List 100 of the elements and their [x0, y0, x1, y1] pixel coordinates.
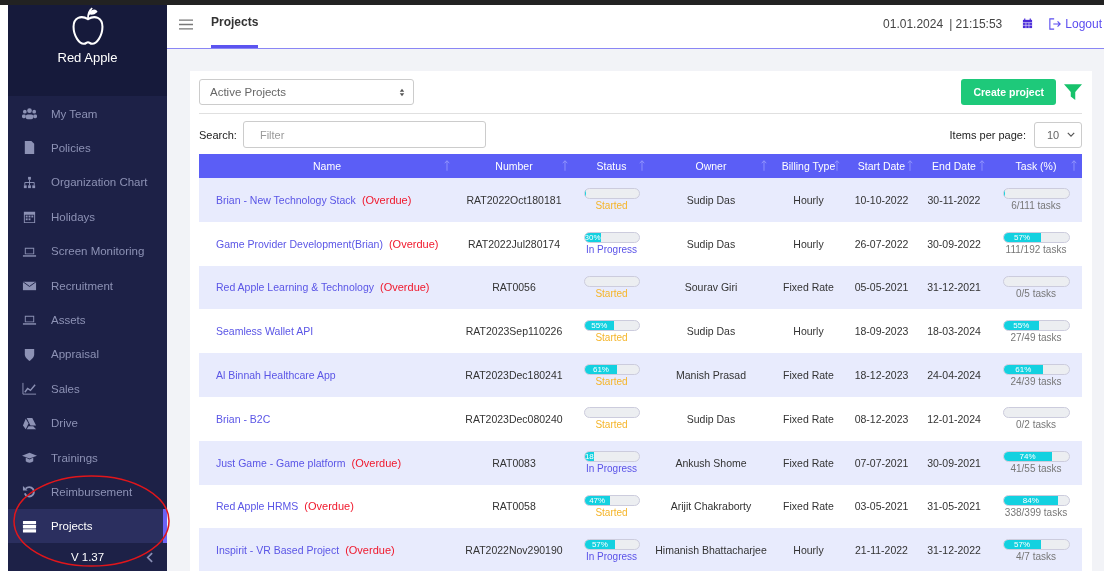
page-tab[interactable]: Projects	[211, 5, 259, 48]
task-count: 0/2 tasks	[1016, 419, 1056, 431]
file-icon	[22, 140, 37, 156]
search-label: Search:	[199, 128, 237, 141]
start-date: 18-12-2023	[854, 369, 909, 382]
column-header[interactable]: Start Date	[857, 160, 906, 172]
sidebar-item[interactable]: Assets	[8, 302, 167, 338]
chevron-left-icon[interactable]	[146, 552, 153, 564]
version-label: V 1.37	[70, 551, 105, 564]
sort-arrow-icon[interactable]	[562, 159, 568, 172]
column-header[interactable]: Status	[596, 160, 627, 172]
sort-arrow-icon[interactable]	[979, 159, 985, 172]
end-date: 24-04-2024	[927, 369, 981, 382]
sort-arrow-icon[interactable]	[1071, 159, 1077, 172]
project-link[interactable]: Game Provider Development(Brian)	[216, 237, 383, 250]
end-date: 31-12-2021	[927, 281, 981, 294]
sidebar-item[interactable]: Drive	[8, 405, 167, 441]
search-field[interactable]: Filter	[242, 121, 486, 148]
sidebar-item[interactable]: Projects	[8, 509, 167, 544]
progress-percent: 57%	[1014, 233, 1031, 243]
project-number: RAT2022Nov290190	[465, 544, 563, 557]
menu-icon[interactable]	[179, 19, 193, 30]
status-label: Started	[595, 200, 628, 212]
sidebar-item[interactable]: Sales	[8, 371, 167, 406]
start-date: 08-12-2023	[854, 412, 909, 425]
status-label: Started	[595, 331, 628, 343]
overdue-label: (Overdue)	[388, 237, 439, 250]
filter-icon[interactable]	[1064, 83, 1082, 101]
start-date: 10-10-2022	[854, 193, 909, 206]
sidebar-item[interactable]: Reimbursement	[8, 474, 167, 510]
overdue-label: (Overdue)	[380, 281, 430, 294]
end-date: 18-03-2024	[927, 325, 981, 338]
column-header[interactable]: Number	[495, 160, 533, 172]
sort-arrow-icon[interactable]	[834, 159, 840, 172]
project-link[interactable]: Just Game - Game platform	[216, 456, 346, 469]
status-label: Started	[595, 375, 628, 387]
project-link[interactable]: Al Binnah Healthcare App	[216, 369, 336, 382]
sidebar-item[interactable]: Recruitment	[8, 268, 167, 303]
billing-type: Fixed Rate	[783, 369, 834, 382]
progress-percent: 74%	[1019, 452, 1036, 462]
start-date: 07-07-2021	[854, 456, 909, 469]
sidebar-item[interactable]: Holidays	[8, 199, 167, 234]
team-icon	[22, 106, 37, 122]
overdue-label: (Overdue)	[351, 456, 402, 469]
project-number: RAT0056	[492, 281, 536, 294]
column-header[interactable]: Task (%)	[1015, 160, 1057, 172]
column-header[interactable]: Owner	[695, 160, 727, 172]
sort-arrow-icon[interactable]	[761, 159, 767, 172]
column-header[interactable]: Name	[313, 160, 341, 172]
progress-percent: 55%	[591, 320, 608, 330]
owner-name: Sudip Das	[686, 193, 736, 206]
project-number: RAT2023Sep110226	[465, 325, 563, 338]
owner-name: Sudip Das	[686, 237, 736, 250]
sidebar-item[interactable]: Trainings	[8, 440, 167, 475]
items-per-page-select[interactable]: 10	[1034, 121, 1082, 148]
sidebar-item[interactable]: Appraisal	[8, 337, 167, 372]
owner-name: Manish Prasad	[675, 369, 746, 382]
shield-icon	[22, 346, 37, 362]
project-link[interactable]: Seamless Wallet API	[216, 325, 314, 338]
start-date: 18-09-2023	[854, 325, 909, 338]
start-date: 05-05-2021	[854, 281, 909, 294]
chevron-down-icon	[1067, 132, 1075, 137]
server-icon	[22, 518, 37, 534]
status-label: Started	[595, 288, 628, 299]
start-date: 26-07-2022	[854, 237, 909, 250]
owner-name: Sudip Das	[686, 325, 736, 338]
current-time: | 21:15:53	[949, 16, 1003, 31]
column-header[interactable]: Billing Type	[781, 160, 836, 172]
project-link[interactable]: Red Apple Learning & Technology	[216, 281, 374, 294]
sidebar-item[interactable]: Screen Monitoring	[8, 233, 167, 269]
progress-percent: 55%	[1013, 320, 1030, 330]
project-link[interactable]: Brian - B2C	[216, 412, 271, 425]
status-label: In Progress	[585, 463, 638, 475]
project-number: RAT0083	[492, 456, 536, 469]
sort-arrow-icon[interactable]	[907, 159, 913, 172]
sort-arrow-icon[interactable]	[639, 159, 645, 172]
column-header[interactable]: End Date	[932, 160, 976, 172]
progress-percent: 84%	[1022, 495, 1039, 505]
calendar-icon	[22, 209, 37, 225]
project-link[interactable]: Brian - New Technology Stack	[216, 193, 356, 206]
project-link[interactable]: Inspirit - VR Based Project	[216, 544, 340, 557]
logout-link[interactable]: Logout	[1049, 16, 1102, 31]
end-date: 30-11-2022	[927, 193, 981, 206]
billing-type: Hourly	[793, 325, 824, 338]
apple-logo-icon	[70, 6, 105, 46]
owner-name: Sudip Das	[686, 412, 736, 425]
task-count: 41/55 tasks	[1010, 463, 1062, 475]
status-label: In Progress	[585, 550, 638, 562]
owner-name: Himanish Bhattacharjee	[655, 544, 767, 557]
project-link[interactable]: Red Apple HRMS	[216, 500, 299, 513]
end-date: 31-12-2022	[927, 544, 981, 557]
task-count: 338/399 tasks	[1004, 506, 1068, 518]
sidebar-item[interactable]: Policies	[8, 130, 167, 166]
sort-arrow-icon[interactable]	[444, 159, 450, 172]
undo-icon	[22, 484, 37, 500]
project-filter-select[interactable]: Active Projects	[199, 79, 414, 105]
start-date: 21-11-2022	[855, 544, 908, 557]
calendar-icon[interactable]	[1022, 18, 1034, 29]
sidebar-item[interactable]: My Team	[8, 96, 167, 131]
sidebar-item[interactable]: Organization Chart	[8, 165, 167, 200]
